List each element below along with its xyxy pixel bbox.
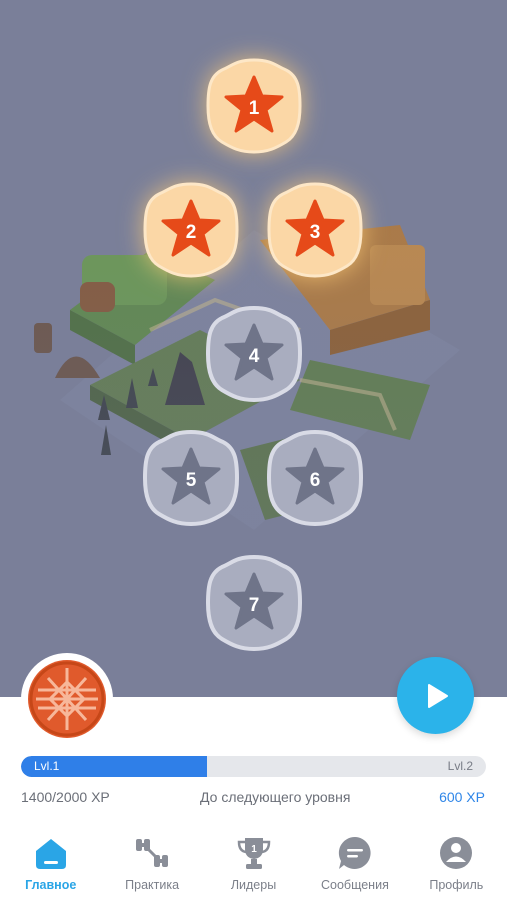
current-level-label: Lvl.1: [34, 759, 60, 773]
bottom-tab-bar: Главное Практика 1 Лидеры Сообщения Проф…: [0, 830, 507, 900]
level-number: 4: [248, 346, 260, 367]
play-icon: [427, 683, 448, 708]
tab-profile[interactable]: Профиль: [406, 830, 507, 900]
level-number: 3: [309, 222, 321, 243]
level-progress-bar: Lvl.1 Lvl.2: [21, 756, 486, 777]
chat-icon: [336, 834, 374, 872]
tab-leaders[interactable]: 1 Лидеры: [203, 830, 304, 900]
tab-profile-label: Профиль: [429, 878, 484, 892]
level-node-4[interactable]: 4: [204, 304, 304, 404]
svg-text:1: 1: [251, 844, 257, 855]
tab-home[interactable]: Главное: [0, 830, 101, 900]
play-button[interactable]: [397, 657, 474, 734]
tab-practice[interactable]: Практика: [101, 830, 202, 900]
trophy-icon: 1: [235, 834, 273, 872]
level-number: 6: [309, 470, 321, 491]
next-level-label: Lvl.2: [447, 759, 473, 773]
avatar-emblem-icon: [28, 660, 106, 738]
level-node-7[interactable]: 7: [204, 553, 304, 653]
tab-home-label: Главное: [25, 878, 77, 892]
profile-icon: [437, 834, 475, 872]
level-node-3[interactable]: 3: [265, 180, 365, 280]
xp-current: 1400/2000 XP: [21, 789, 110, 805]
level-node-1[interactable]: 1: [204, 56, 304, 156]
level-number: 1: [248, 98, 260, 119]
tab-messages[interactable]: Сообщения: [304, 830, 405, 900]
level-number: 7: [248, 595, 260, 616]
home-icon: [32, 834, 70, 872]
avatar[interactable]: [21, 653, 113, 745]
tab-messages-label: Сообщения: [321, 878, 389, 892]
level-map: 1 2 3 4 5 6 7: [0, 0, 507, 697]
level-node-2[interactable]: 2: [141, 180, 241, 280]
xp-caption: До следующего уровня: [200, 789, 351, 805]
tab-leaders-label: Лидеры: [230, 878, 277, 892]
level-node-5[interactable]: 5: [141, 428, 241, 528]
level-node-6[interactable]: 6: [265, 428, 365, 528]
xp-needed: 600 XP: [439, 789, 485, 805]
level-number: 2: [185, 222, 197, 243]
dumbbell-icon: [133, 834, 171, 872]
level-number: 5: [185, 470, 197, 491]
tab-practice-label: Практика: [125, 878, 180, 892]
